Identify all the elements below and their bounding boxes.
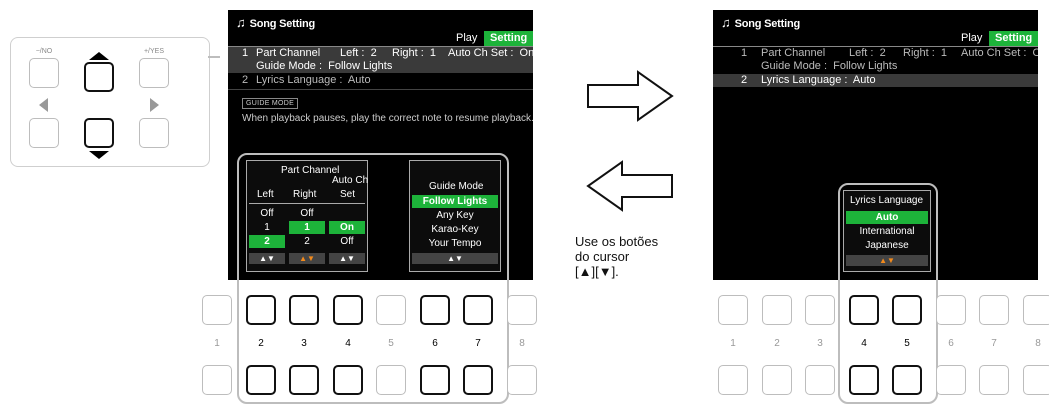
lower-button-1[interactable] (718, 365, 748, 395)
button-number-6: 6 (948, 338, 954, 349)
no-label: −/NO (35, 48, 53, 55)
lower-button-8[interactable] (1023, 365, 1049, 395)
lower-button-3[interactable] (805, 365, 835, 395)
left-arrow-icon (586, 160, 673, 212)
caption-line: Use os botões (575, 234, 659, 249)
guide-description: When playback pauses, play the correct n… (242, 113, 533, 124)
cursor-button-panel: −/NO +/YES (10, 37, 210, 167)
button-number-6: 6 (432, 338, 438, 349)
row-label: Part Channel (256, 47, 321, 59)
lower-button-3[interactable] (289, 365, 319, 395)
row-right-value: Right : 1 (903, 47, 948, 59)
button-number-3: 3 (301, 338, 307, 349)
row-number: 1 (242, 47, 249, 59)
tab-setting[interactable]: Setting (484, 31, 533, 46)
lower-button-5[interactable] (892, 365, 922, 395)
no-button[interactable] (29, 58, 59, 88)
upper-button-2[interactable] (246, 295, 276, 325)
upper-button-4[interactable] (333, 295, 363, 325)
lower-button-2[interactable] (246, 365, 276, 395)
lower-button-1[interactable] (202, 365, 232, 395)
yes-label: +/YES (143, 48, 165, 55)
list-item-lyrics-language[interactable]: Lyrics Language : Auto (761, 74, 876, 87)
caption-line: [▲][▼]. (575, 264, 619, 279)
upper-button-5[interactable] (892, 295, 922, 325)
upper-button-6[interactable] (936, 295, 966, 325)
button-number-7: 7 (475, 338, 481, 349)
lower-button-4[interactable] (333, 365, 363, 395)
music-note-icon: ♫ (236, 15, 246, 30)
cursor-left-button[interactable] (29, 118, 59, 148)
upper-button-4[interactable] (849, 295, 879, 325)
lower-button-8[interactable] (507, 365, 537, 395)
row-number: 2 (741, 74, 748, 86)
button-number-4: 4 (345, 338, 351, 349)
button-number-1: 1 (214, 338, 220, 349)
divider (228, 89, 533, 90)
button-number-7: 7 (991, 338, 997, 349)
left-arrow-icon (39, 98, 48, 112)
upper-button-7[interactable] (463, 295, 493, 325)
row-right-value: Right : 1 (392, 47, 437, 59)
row-guide-mode: Guide Mode : Follow Lights (256, 60, 393, 72)
lower-button-6[interactable] (936, 365, 966, 395)
screen-title: ♫ Song Setting (721, 15, 800, 30)
list-item-lyrics-language[interactable]: Lyrics Language : Auto (256, 74, 371, 87)
upper-button-1[interactable] (202, 295, 232, 325)
upper-button-8[interactable] (507, 295, 537, 325)
lower-button-2[interactable] (762, 365, 792, 395)
lower-button-6[interactable] (420, 365, 450, 395)
row-number: 1 (741, 47, 748, 59)
cursor-right-button[interactable] (139, 118, 169, 148)
upper-button-3[interactable] (805, 295, 835, 325)
upper-button-8[interactable] (1023, 295, 1049, 325)
down-arrow-icon (89, 151, 109, 159)
button-number-2: 2 (774, 338, 780, 349)
screen-title: ♫ Song Setting (236, 15, 315, 30)
upper-button-6[interactable] (420, 295, 450, 325)
button-number-4: 4 (861, 338, 867, 349)
lower-button-7[interactable] (979, 365, 1009, 395)
row-auto-value: Auto Ch Set : On (448, 47, 533, 59)
lower-button-4[interactable] (849, 365, 879, 395)
cursor-down-button[interactable] (84, 118, 114, 148)
row-auto-value: Auto Ch Set : On (961, 47, 1038, 59)
music-note-icon: ♫ (721, 15, 731, 30)
button-number-8: 8 (1035, 338, 1041, 349)
button-number-2: 2 (258, 338, 264, 349)
upper-button-5[interactable] (376, 295, 406, 325)
connector-line (208, 56, 220, 58)
lower-button-5[interactable] (376, 365, 406, 395)
right-arrow-icon (587, 70, 674, 122)
right-arrow-icon (150, 98, 159, 112)
up-arrow-icon (89, 52, 109, 60)
button-number-1: 1 (730, 338, 736, 349)
lower-button-7[interactable] (463, 365, 493, 395)
tab-setting[interactable]: Setting (989, 31, 1038, 46)
button-number-8: 8 (519, 338, 525, 349)
row-left-value: Left : 2 (340, 47, 377, 59)
upper-button-1[interactable] (718, 295, 748, 325)
yes-button[interactable] (139, 58, 169, 88)
upper-button-3[interactable] (289, 295, 319, 325)
tab-play[interactable]: Play (955, 31, 988, 46)
cursor-up-button[interactable] (84, 62, 114, 92)
row-number: 2 (242, 74, 249, 86)
tab-play[interactable]: Play (450, 31, 483, 46)
button-number-5: 5 (388, 338, 394, 349)
upper-button-2[interactable] (762, 295, 792, 325)
caption-line: do cursor (575, 249, 630, 264)
row-guide-mode: Guide Mode : Follow Lights (761, 60, 898, 72)
button-number-5: 5 (904, 338, 910, 349)
row-left-value: Left : 2 (849, 47, 886, 59)
upper-button-7[interactable] (979, 295, 1009, 325)
list-item-part-channel[interactable]: Part Channel (761, 47, 825, 60)
guide-mode-tag: GUIDE MODE (242, 98, 299, 109)
button-number-3: 3 (817, 338, 823, 349)
caption: Use os botões do cursor [▲][▼]. (575, 234, 658, 279)
